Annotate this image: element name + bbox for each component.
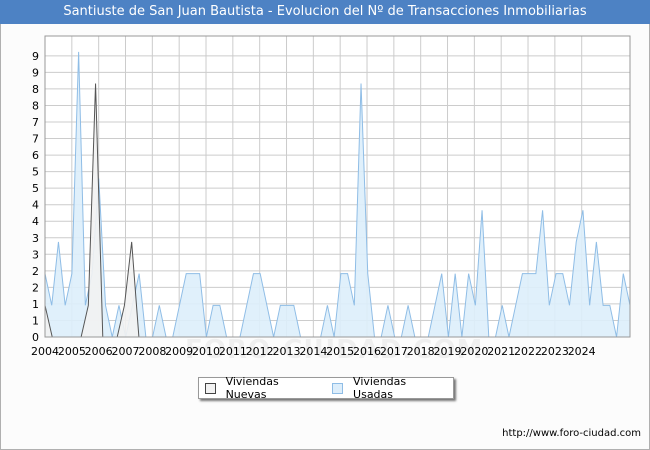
x-tick-label: 2024 xyxy=(568,345,596,358)
chart-title: Santiuste de San Juan Bautista - Evoluci… xyxy=(0,0,650,24)
y-tick-label: 5 xyxy=(32,182,39,195)
y-tick-label: 7 xyxy=(32,133,39,146)
x-tick-label: 2008 xyxy=(138,345,166,358)
x-tick-label: 2004 xyxy=(31,345,59,358)
legend-label-usadas: Viviendas Usadas xyxy=(353,375,407,401)
y-tick-label: 9 xyxy=(32,66,39,79)
y-tick-label: 3 xyxy=(32,248,39,261)
x-tick-label: 2006 xyxy=(85,345,113,358)
legend-item-nuevas: Viviendas Nuevas xyxy=(205,375,318,401)
y-tick-label: 8 xyxy=(32,99,39,112)
x-tick-label: 2022 xyxy=(514,345,542,358)
y-tick-label: 2 xyxy=(32,265,39,278)
chart-svg: 0 1 1 2 2 3 3 4 4 5 5 6 7 7 8 8 9 9 20042005200620072008 20… xyxy=(31,35,631,358)
x-tick-label: 2021 xyxy=(487,345,515,358)
y-tick-label: 3 xyxy=(32,232,39,245)
legend-label-nuevas: Viviendas Nuevas xyxy=(225,375,279,401)
legend-item-usadas: Viviendas Usadas xyxy=(332,375,445,401)
x-tick-label: 2007 xyxy=(112,345,140,358)
y-tick-label: 9 xyxy=(32,50,39,63)
footer-url: http://www.foro-ciudad.com xyxy=(502,428,641,439)
watermark: FORO-CIUDAD.COM xyxy=(185,335,484,365)
y-tick-label: 4 xyxy=(32,199,39,212)
y-tick-label: 5 xyxy=(32,166,39,179)
legend-swatch-nuevas xyxy=(205,382,216,394)
y-tick-label: 7 xyxy=(32,116,39,129)
y-tick-label: 8 xyxy=(32,83,39,96)
y-tick-label: 1 xyxy=(32,298,39,311)
y-tick-label: 0 xyxy=(32,331,39,344)
legend-swatch-usadas xyxy=(332,382,344,394)
x-tick-label: 2005 xyxy=(58,345,86,358)
y-tick-label: 1 xyxy=(32,314,39,327)
legend: Viviendas Nuevas Viviendas Usadas xyxy=(198,375,454,401)
y-tick-label: 4 xyxy=(32,215,39,228)
x-tick-label: 2023 xyxy=(541,345,569,358)
y-tick-label: 2 xyxy=(32,281,39,294)
y-tick-label: 6 xyxy=(32,149,39,162)
